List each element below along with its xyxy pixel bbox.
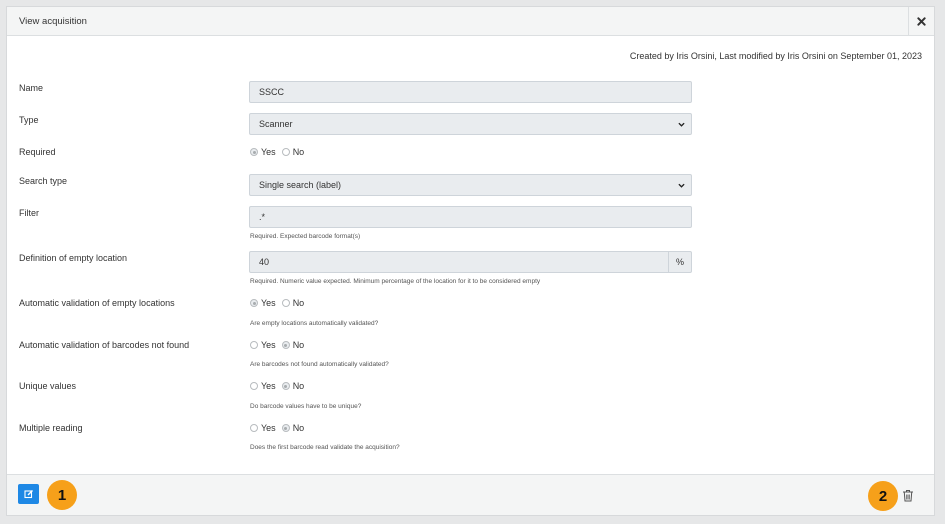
- search-type-select[interactable]: Single search (label): [249, 174, 692, 196]
- type-value: Scanner: [259, 119, 293, 129]
- name-label: Name: [19, 83, 44, 93]
- multiple-reading-yes-label: Yes: [261, 423, 276, 433]
- required-no-radio[interactable]: No: [281, 147, 305, 157]
- auto-validate-not-found-help: Are barcodes not found automatically val…: [250, 361, 389, 368]
- radio-unchecked-icon: [281, 148, 290, 156]
- radio-checked-icon: [281, 424, 290, 432]
- unique-values-help: Do barcode values have to be unique?: [250, 403, 362, 410]
- auto-validate-empty-yes-label: Yes: [261, 298, 276, 308]
- required-no-label: No: [292, 147, 305, 157]
- name-field[interactable]: SSCC: [249, 81, 692, 103]
- empty-location-field[interactable]: 40: [249, 251, 669, 273]
- multiple-reading-label: Multiple reading: [19, 423, 83, 433]
- auto-validate-not-found-no-radio[interactable]: No: [281, 340, 305, 350]
- multiple-reading-no-radio[interactable]: No: [281, 423, 305, 433]
- auto-validate-empty-yes-radio[interactable]: Yes: [250, 298, 276, 308]
- auto-validate-empty-radio-group: Yes No: [250, 298, 310, 308]
- empty-location-help: Required. Numeric value expected. Minimu…: [250, 278, 541, 285]
- audit-info: Created by Iris Orsini, Last modified by…: [629, 51, 922, 61]
- percent-addon: %: [669, 251, 692, 273]
- chevron-down-icon: [678, 122, 685, 127]
- radio-checked-icon: [281, 382, 290, 390]
- filter-label: Filter: [19, 208, 39, 218]
- required-radio-group: Yes No: [250, 147, 310, 157]
- empty-location-group: 40 %: [249, 251, 692, 273]
- filter-field[interactable]: .*: [249, 206, 692, 228]
- empty-location-label: Definition of empty location: [19, 253, 128, 263]
- auto-validate-not-found-yes-radio[interactable]: Yes: [250, 340, 276, 350]
- unique-values-radio-group: Yes No: [250, 381, 310, 391]
- auto-validate-not-found-label: Automatic validation of barcodes not fou…: [19, 340, 190, 350]
- acquisition-modal: View acquisition Created by Iris Orsini,…: [6, 6, 935, 516]
- radio-unchecked-icon: [281, 299, 290, 307]
- auto-validate-empty-no-radio[interactable]: No: [281, 298, 305, 308]
- unique-values-no-radio[interactable]: No: [281, 381, 305, 391]
- annotation-badge-1: 1: [47, 480, 77, 510]
- radio-checked-icon: [250, 148, 258, 156]
- modal-title: View acquisition: [19, 16, 87, 27]
- unique-values-yes-label: Yes: [261, 381, 276, 391]
- filter-help: Required. Expected barcode format(s): [250, 233, 361, 240]
- radio-unchecked-icon: [250, 424, 258, 432]
- unique-values-yes-radio[interactable]: Yes: [250, 381, 276, 391]
- modal-footer: 1 2: [7, 474, 934, 515]
- radio-checked-icon: [281, 341, 290, 349]
- auto-validate-empty-label: Automatic validation of empty locations: [19, 298, 175, 308]
- auto-validate-not-found-radio-group: Yes No: [250, 340, 310, 350]
- edit-button[interactable]: [18, 484, 39, 504]
- type-label: Type: [19, 115, 39, 125]
- modal-header: View acquisition: [7, 7, 934, 36]
- multiple-reading-help: Does the first barcode read validate the…: [250, 444, 400, 451]
- search-type-label: Search type: [19, 176, 68, 186]
- close-button[interactable]: [908, 7, 934, 36]
- required-yes-radio[interactable]: Yes: [250, 147, 276, 157]
- required-yes-label: Yes: [261, 147, 276, 157]
- close-icon: [917, 17, 926, 26]
- radio-unchecked-icon: [250, 382, 258, 390]
- name-value: SSCC: [259, 87, 285, 97]
- chevron-down-icon: [678, 183, 685, 188]
- type-select[interactable]: Scanner: [249, 113, 692, 135]
- auto-validate-empty-help: Are empty locations automatically valida…: [250, 320, 379, 327]
- multiple-reading-no-label: No: [292, 423, 305, 433]
- multiple-reading-radio-group: Yes No: [250, 423, 310, 433]
- auto-validate-not-found-yes-label: Yes: [261, 340, 276, 350]
- unique-values-label: Unique values: [19, 381, 77, 391]
- unique-values-no-label: No: [292, 381, 305, 391]
- multiple-reading-yes-radio[interactable]: Yes: [250, 423, 276, 433]
- annotation-badge-2: 2: [868, 481, 898, 511]
- empty-location-value: 40: [259, 257, 270, 267]
- search-type-value: Single search (label): [259, 180, 342, 190]
- auto-validate-not-found-no-label: No: [292, 340, 305, 350]
- auto-validate-empty-no-label: No: [292, 298, 305, 308]
- filter-value: .*: [259, 212, 266, 222]
- radio-checked-icon: [250, 299, 258, 307]
- trash-icon[interactable]: [902, 489, 914, 502]
- edit-icon: [23, 490, 33, 499]
- radio-unchecked-icon: [250, 341, 258, 349]
- required-label: Required: [19, 147, 56, 157]
